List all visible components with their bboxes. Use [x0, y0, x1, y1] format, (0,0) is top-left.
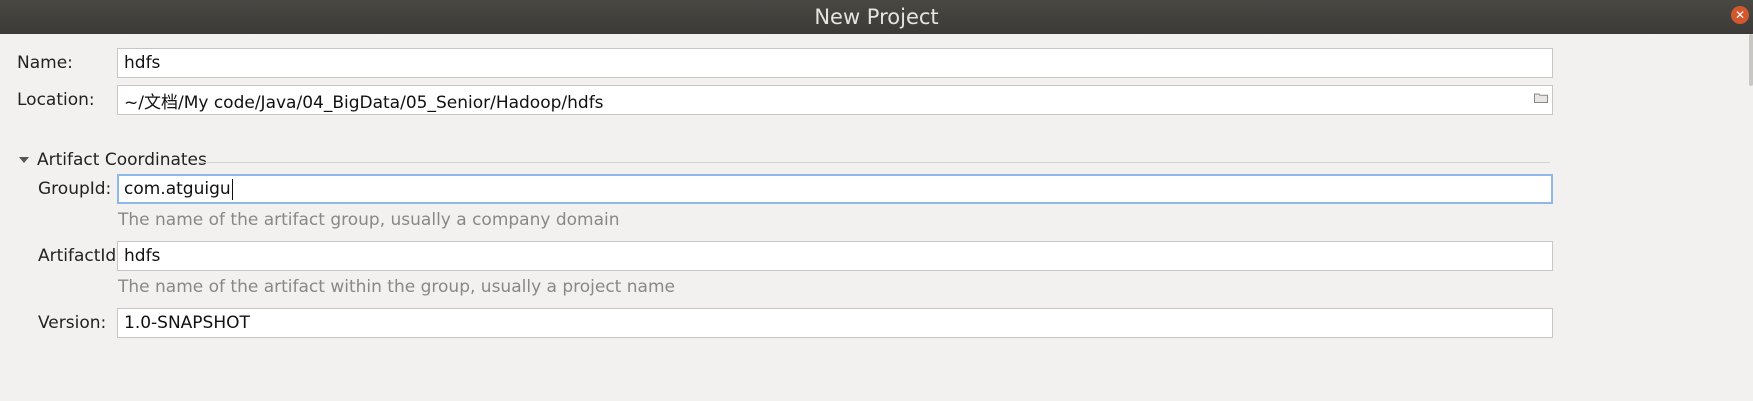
groupid-hint: The name of the artifact group, usually …: [118, 210, 620, 230]
version-value: 1.0-SNAPSHOT: [124, 313, 250, 333]
version-label: Version:: [38, 313, 107, 333]
name-value: hdfs: [124, 53, 161, 73]
groupid-field[interactable]: com.atguigu: [117, 174, 1553, 204]
artifactid-value: hdfs: [124, 246, 161, 266]
triangle-down-icon: [19, 157, 29, 163]
name-label: Name:: [17, 53, 73, 73]
scrollbar[interactable]: [1749, 34, 1753, 86]
text-caret: [231, 178, 233, 200]
groupid-label: GroupId:: [38, 179, 112, 199]
artifact-coordinates-toggle[interactable]: Artifact Coordinates: [19, 150, 207, 170]
version-field[interactable]: 1.0-SNAPSHOT: [117, 308, 1553, 338]
folder-icon[interactable]: [1534, 93, 1548, 103]
window-title: New Project: [814, 5, 939, 29]
artifactid-label: ArtifactId:: [38, 246, 122, 266]
location-field[interactable]: ~/文档/My code/Java/04_BigData/05_Senior/H…: [117, 85, 1553, 115]
window-titlebar: New Project ✕: [0, 0, 1753, 34]
name-field[interactable]: hdfs: [117, 48, 1553, 78]
artifactid-hint: The name of the artifact within the grou…: [118, 277, 675, 297]
groupid-value: com.atguigu: [124, 179, 231, 199]
location-label: Location:: [17, 90, 95, 110]
artifact-coordinates-label: Artifact Coordinates: [37, 150, 207, 170]
location-value: ~/文档/My code/Java/04_BigData/05_Senior/H…: [124, 92, 604, 113]
section-divider: [198, 162, 1550, 163]
close-icon[interactable]: ✕: [1731, 6, 1749, 24]
artifactid-field[interactable]: hdfs: [117, 241, 1553, 271]
